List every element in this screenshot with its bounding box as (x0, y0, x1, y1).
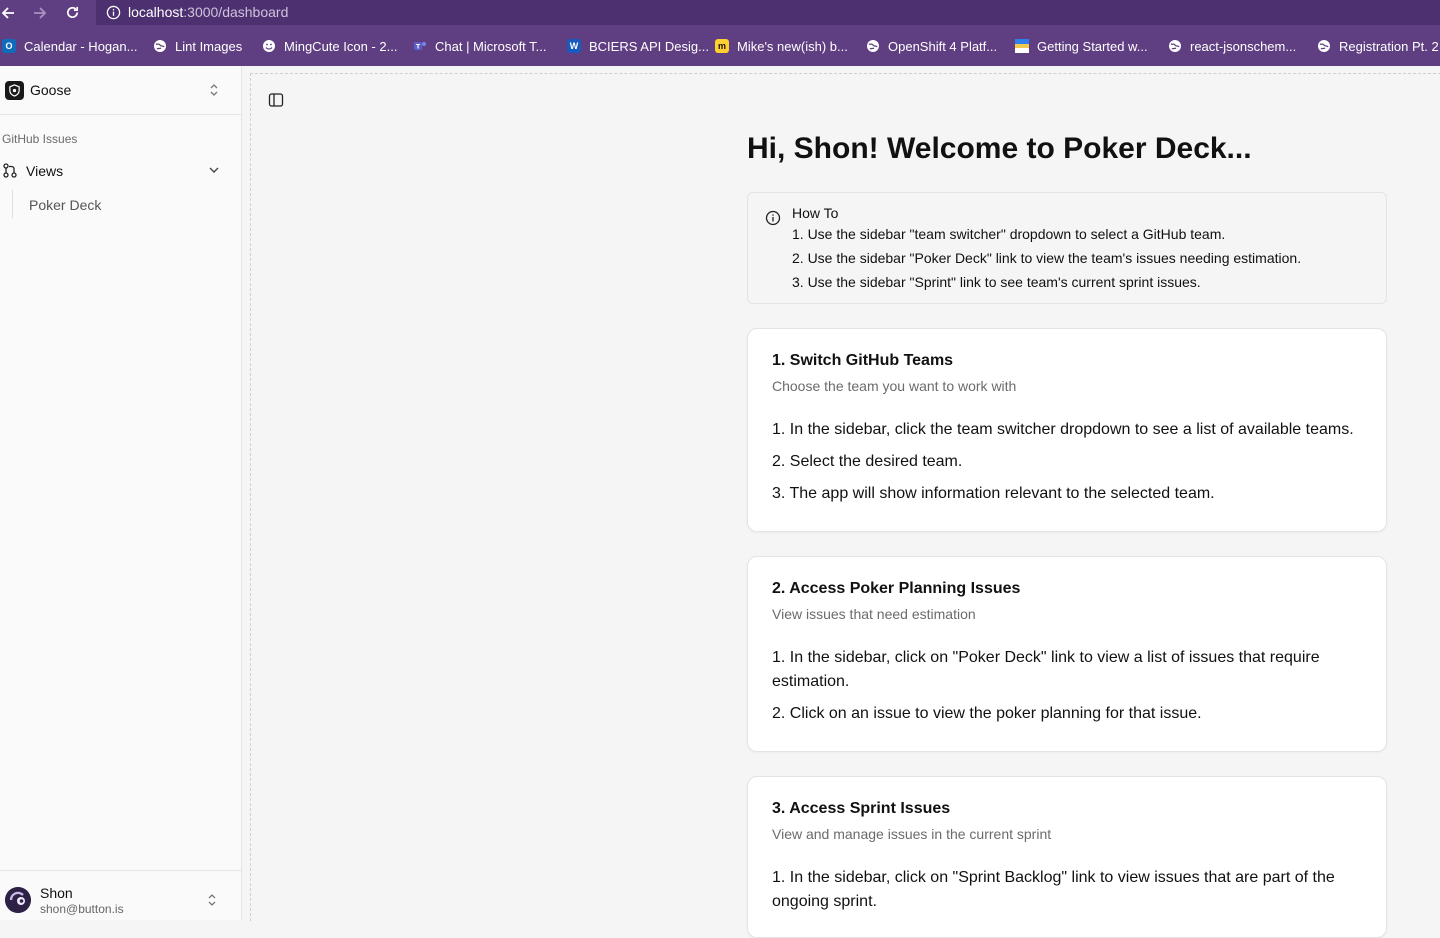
card-title: 3. Access Sprint Issues (772, 800, 951, 817)
user-menu[interactable]: Shon shon@button.is (0, 870, 241, 921)
bookmark-label: BCIERS API Desig... (589, 38, 709, 54)
url-path: :3000/dashboard (183, 4, 289, 20)
card-steps: 1. In the sidebar, click on "Sprint Back… (772, 866, 1362, 922)
team-name: Goose (30, 82, 72, 98)
howto-list: 1. Use the sidebar "team switcher" dropd… (792, 226, 1301, 298)
howto-item: 3. Use the sidebar "Sprint" link to see … (792, 274, 1201, 290)
bookmark-item[interactable]: Registration Pt. 2 (1317, 37, 1439, 55)
arrow-left-icon (1, 6, 14, 19)
word-icon: W (567, 39, 581, 53)
card-subtitle: Choose the team you want to work with (772, 378, 1017, 394)
card-subtitle: View issues that need estimation (772, 606, 976, 622)
bookmark-label: Calendar - Hogan... (24, 38, 138, 54)
page-title: Hi, Shon! Welcome to Poker Deck... (747, 132, 1252, 165)
forward-button[interactable] (30, 0, 50, 25)
card-step: 1. In the sidebar, click the team switch… (772, 421, 1354, 438)
bookmark-label: react-jsonschem... (1190, 38, 1297, 54)
bookmark-item[interactable]: Getting Started w... (1015, 37, 1148, 55)
card-step: 3. The app will show information relevan… (772, 485, 1215, 502)
sidebar-group-label: GitHub Issues (2, 132, 78, 146)
user-name: Shon (40, 885, 73, 901)
bookmark-item[interactable]: react-jsonschem... (1168, 37, 1296, 55)
card-title: 1. Switch GitHub Teams (772, 352, 954, 369)
card-step: 2. Click on an issue to view the poker p… (772, 705, 1202, 722)
address-bar[interactable]: localhost:3000/dashboard (96, 0, 1440, 25)
submenu-divider (12, 190, 13, 218)
sidebar-item-views[interactable]: Views (0, 159, 241, 183)
bookmark-item[interactable]: Lint Images (153, 37, 242, 55)
howto-item: 2. Use the sidebar "Poker Deck" link to … (792, 250, 1302, 266)
card-subtitle: View and manage issues in the current sp… (772, 826, 1052, 842)
bookmark-item[interactable]: T Chat | Microsoft T... (413, 37, 547, 55)
reload-icon (66, 6, 78, 18)
sidebar-item-label: Views (26, 163, 64, 179)
flag-icon (1015, 39, 1029, 53)
chevrons-up-down-icon[interactable] (206, 893, 218, 907)
bookmark-label: MingCute Icon - 2... (284, 38, 398, 54)
bookmark-item[interactable]: O Calendar - Hogan... (2, 37, 137, 55)
bookmark-item[interactable]: OpenShift 4 Platf... (866, 37, 997, 55)
chevron-down-icon[interactable] (208, 165, 220, 175)
reload-button[interactable] (62, 0, 82, 25)
card-poker-planning: 2. Access Poker Planning Issues View iss… (747, 556, 1387, 752)
bookmark-label: Mike's new(ish) b... (737, 38, 848, 54)
globe-icon (1168, 39, 1182, 53)
bookmark-item[interactable]: m Mike's new(ish) b... (715, 37, 848, 55)
team-switcher[interactable]: Goose (0, 66, 241, 115)
bookmark-label: Registration Pt. 2 (1339, 38, 1439, 54)
bookmark-label: OpenShift 4 Platf... (888, 38, 998, 54)
card-step: 2. Select the desired team. (772, 453, 963, 470)
info-circle-icon (765, 210, 781, 226)
info-icon[interactable] (106, 5, 121, 20)
globe-icon (153, 39, 167, 53)
main-content: Hi, Shon! Welcome to Poker Deck... How T… (250, 73, 1440, 938)
miro-icon: m (715, 39, 729, 53)
url-host: localhost (128, 4, 184, 20)
outlook-icon: O (2, 39, 16, 53)
arrow-right-icon (34, 6, 47, 19)
howto-item: 1. Use the sidebar "team switcher" dropd… (792, 226, 1226, 242)
card-sprint-issues: 3. Access Sprint Issues View and manage … (747, 776, 1387, 938)
git-pull-request-icon (3, 163, 17, 178)
bookmark-label: Chat | Microsoft T... (435, 38, 547, 54)
bookmark-label: Lint Images (175, 38, 243, 54)
bookmark-item[interactable]: W BCIERS API Desig... (567, 37, 709, 55)
chevrons-up-down-icon[interactable] (208, 83, 220, 97)
bookmark-item[interactable]: MingCute Icon - 2... (262, 37, 397, 55)
card-steps: 1. In the sidebar, click on "Poker Deck"… (772, 646, 1362, 734)
url-text[interactable]: localhost:3000/dashboard (128, 4, 288, 20)
card-steps: 1. In the sidebar, click the team switch… (772, 418, 1362, 514)
team-logo-icon (5, 81, 24, 100)
sidebar-item-poker-deck[interactable]: Poker Deck (29, 197, 101, 213)
card-step: 1. In the sidebar, click on "Poker Deck"… (772, 649, 1320, 690)
avatar (5, 887, 31, 913)
card-title: 2. Access Poker Planning Issues (772, 580, 1021, 597)
bookmarks-bar: O Calendar - Hogan... Lint Images MingCu… (0, 25, 1440, 66)
bookmark-label: Getting Started w... (1037, 38, 1148, 54)
browser-toolbar: localhost:3000/dashboard (0, 0, 1440, 25)
smiley-icon (262, 39, 276, 53)
user-email: shon@button.is (40, 902, 124, 916)
sidebar-toggle-icon[interactable] (268, 92, 284, 108)
globe-icon (1317, 39, 1331, 53)
card-step: 1. In the sidebar, click on "Sprint Back… (772, 869, 1335, 910)
globe-icon (866, 39, 880, 53)
sidebar: Goose GitHub Issues Views Poker Deck Sho… (0, 66, 242, 920)
back-button[interactable] (0, 0, 16, 25)
teams-icon: T (413, 39, 427, 53)
card-switch-teams: 1. Switch GitHub Teams Choose the team y… (747, 328, 1387, 532)
howto-title: How To (792, 205, 839, 221)
howto-alert: How To 1. Use the sidebar "team switcher… (747, 192, 1387, 304)
